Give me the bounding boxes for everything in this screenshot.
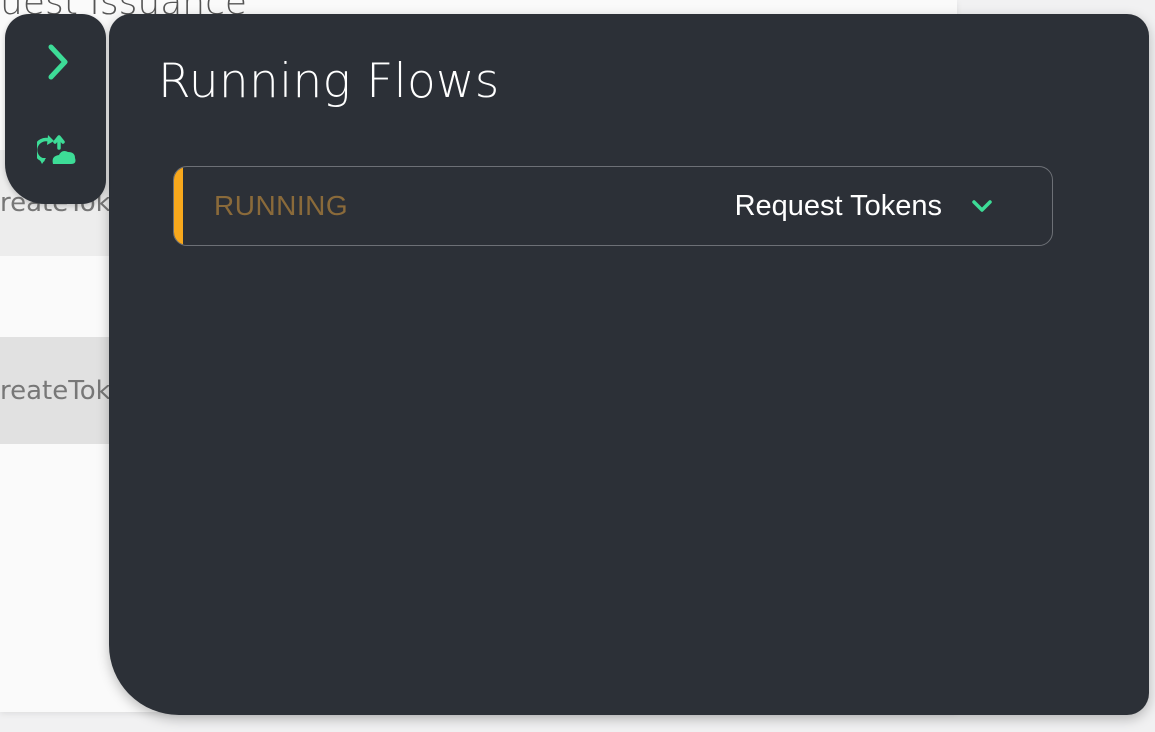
flow-status-label: RUNNING xyxy=(214,190,349,221)
flow-name: Request Tokens xyxy=(734,189,942,222)
side-rail xyxy=(5,14,106,204)
panel-title: Running Flows xyxy=(158,54,500,109)
running-flows-icon xyxy=(37,135,76,164)
background-row-label: reateTok xyxy=(0,375,111,406)
flow-item[interactable]: RUNNING Request Tokens xyxy=(173,166,1053,246)
flow-status-accent xyxy=(174,167,183,245)
expand-flow-button[interactable] xyxy=(970,167,994,245)
running-flows-button[interactable] xyxy=(36,130,80,174)
chevron-right-icon xyxy=(48,44,68,80)
running-flows-panel: Running Flows RUNNING Request Tokens xyxy=(109,14,1149,715)
expand-button[interactable] xyxy=(36,40,80,84)
chevron-down-icon xyxy=(972,200,992,212)
